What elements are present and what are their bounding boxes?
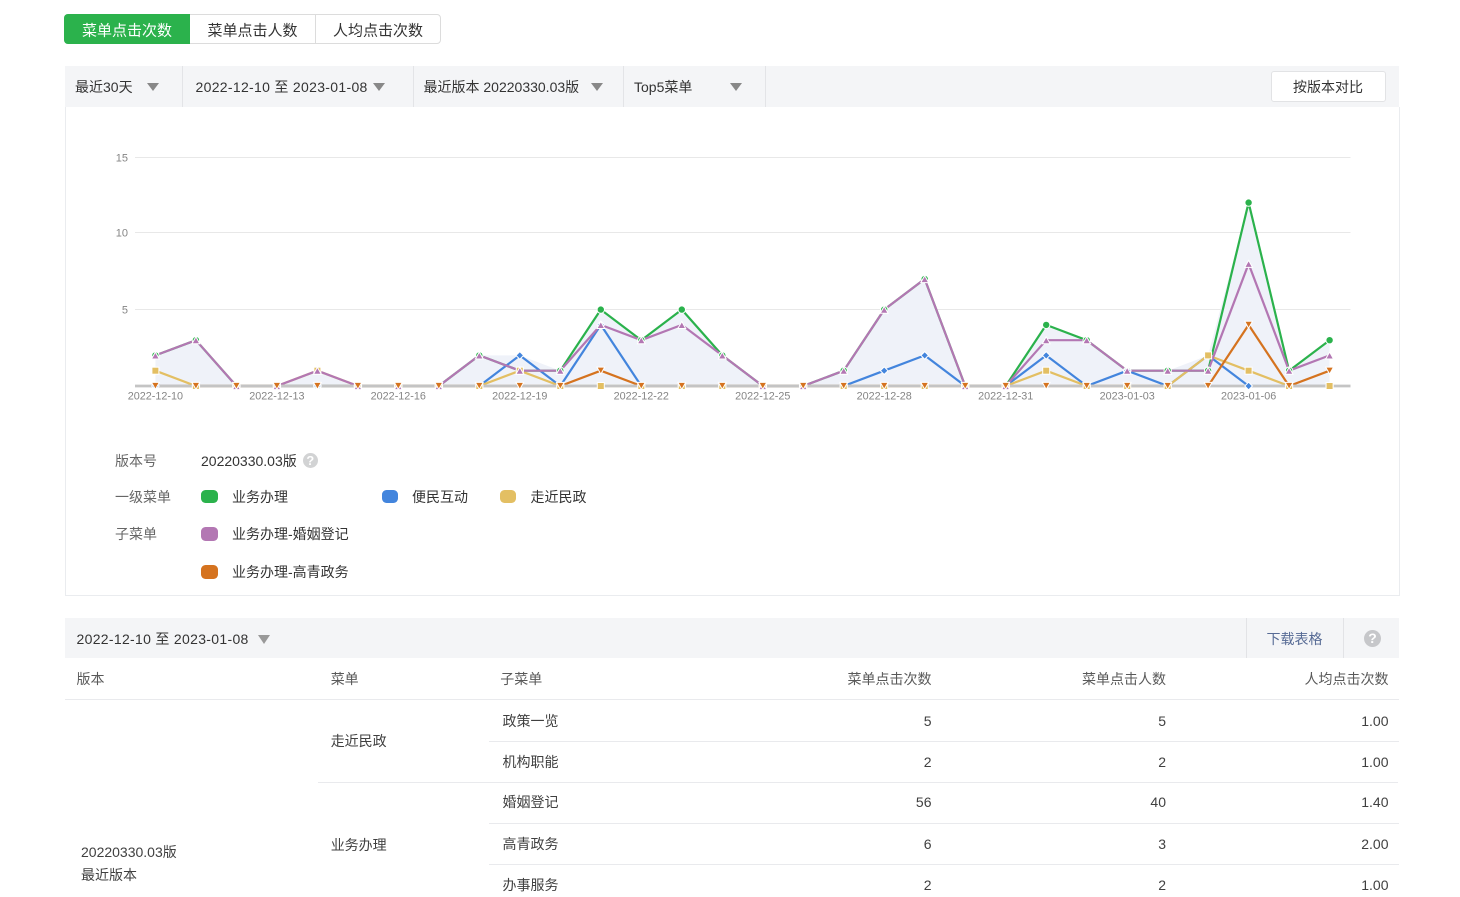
svg-text:2022-12-28: 2022-12-28 (857, 391, 912, 403)
svg-text:15: 15 (116, 153, 128, 165)
svg-text:2023-01-03: 2023-01-03 (1100, 391, 1155, 403)
svg-text:2022-12-22: 2022-12-22 (614, 391, 669, 403)
svg-text:2022-12-16: 2022-12-16 (371, 391, 426, 403)
svg-text:2022-12-19: 2022-12-19 (492, 391, 547, 403)
svg-text:2023-01-06: 2023-01-06 (1221, 391, 1276, 403)
svg-text:2022-12-25: 2022-12-25 (735, 391, 790, 403)
svg-text:2022-12-31: 2022-12-31 (978, 391, 1033, 403)
svg-text:10: 10 (116, 228, 128, 240)
svg-text:2022-12-13: 2022-12-13 (249, 391, 304, 403)
svg-text:5: 5 (122, 305, 128, 317)
svg-text:2022-12-10: 2022-12-10 (128, 391, 183, 403)
